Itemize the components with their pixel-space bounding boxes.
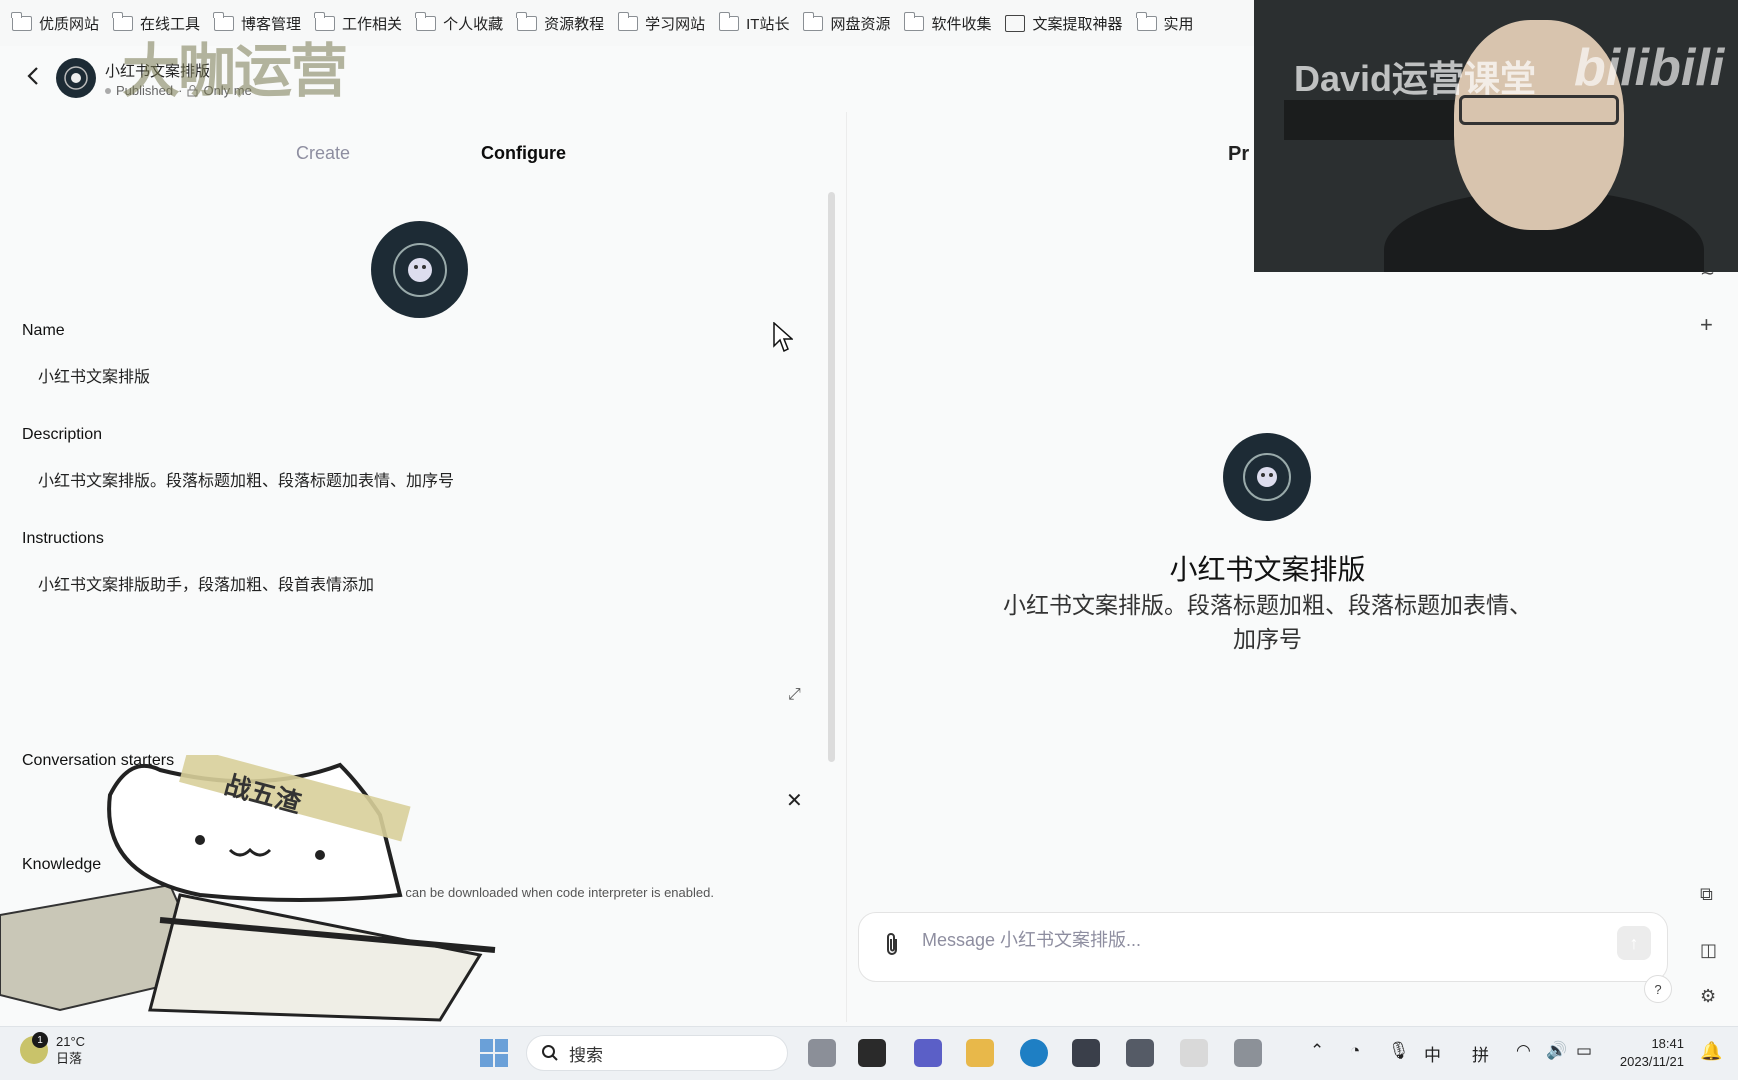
wifi-icon[interactable]: ◠: [1516, 1041, 1531, 1061]
preview-avatar: [1223, 433, 1311, 521]
taskbar-search[interactable]: 搜索: [526, 1035, 788, 1071]
microphone-icon[interactable]: 🎙: [1388, 1041, 1410, 1061]
name-label: Name: [22, 322, 65, 339]
description-field[interactable]: 小红书文案排版。段落标题加粗、段落标题加表情、加序号: [38, 467, 454, 491]
ime-language[interactable]: 中: [1424, 1041, 1441, 1066]
bookmark-item[interactable]: 学习网站: [617, 11, 706, 34]
store-icon[interactable]: [1072, 1039, 1100, 1067]
taskbar-app-window-icon[interactable]: [858, 1039, 886, 1067]
button-logo-icon: [1243, 453, 1291, 501]
weather-widget[interactable]: 1 21°C 日落: [20, 1032, 86, 1067]
webcam-overlay: David运营课堂 bilibili: [1254, 0, 1738, 272]
system-clock[interactable]: 18:41 2023/11/21: [1612, 1035, 1684, 1071]
webcam-background: [1284, 100, 1464, 140]
tab-create[interactable]: Create: [296, 143, 350, 164]
bookmark-label: 实用: [1163, 15, 1194, 33]
bookmark-item[interactable]: IT站长: [718, 11, 790, 34]
phone-link-icon[interactable]: [1234, 1039, 1262, 1067]
instructions-label: Instructions: [22, 530, 104, 547]
mouse-cursor-icon: [773, 322, 793, 353]
folder-icon: [903, 11, 925, 31]
taskbar: 1 21°C 日落 搜索 ⌃ ◔ 🎙 中 拼 ◠ 🔊 ▭ 18:41 2023/…: [0, 1026, 1738, 1080]
clock-time: 18:41: [1651, 1036, 1684, 1051]
watermark-logo: 大咖运营: [122, 37, 348, 105]
folder-icon: [718, 11, 740, 31]
bookmark-item[interactable]: 文案提取神器: [1005, 13, 1123, 34]
search-placeholder: 搜索: [569, 1045, 603, 1065]
tray-app-icon[interactable]: ◔: [1350, 1041, 1360, 1061]
weather-icon: 1: [20, 1032, 48, 1064]
bookmark-item[interactable]: 网盘资源: [802, 11, 891, 34]
cat-sticker-image: 战五渣: [0, 755, 496, 1022]
bookmark-label: 软件收集: [931, 15, 992, 33]
folder-icon: [516, 11, 538, 31]
settings-gear-icon[interactable]: ⚙: [1700, 986, 1716, 1007]
bookmark-label: 网盘资源: [830, 15, 891, 33]
bookmark-label: 学习网站: [645, 15, 706, 33]
status-dot-icon: [105, 87, 111, 94]
bookmark-item[interactable]: 优质网站: [11, 11, 100, 34]
bookmark-label: 资源教程: [544, 15, 605, 33]
bookmark-item[interactable]: 个人收藏: [415, 11, 504, 34]
bilibili-logo: bilibili: [1574, 39, 1725, 97]
description-label: Description: [22, 426, 103, 443]
capture-icon[interactable]: ⧉: [1700, 884, 1713, 905]
tray-overflow-chevron-icon[interactable]: ⌃: [1310, 1041, 1324, 1061]
search-icon: [542, 1045, 558, 1061]
tab-configure[interactable]: Configure: [481, 143, 566, 164]
new-chat-plus-icon[interactable]: +: [1700, 312, 1713, 338]
weather-desc: 日落: [56, 1051, 83, 1066]
ime-mode[interactable]: 拼: [1472, 1041, 1489, 1066]
button-logo-icon: [392, 242, 447, 297]
folder-icon: [1135, 11, 1157, 31]
preview-label: Pr: [1228, 143, 1250, 165]
folder-icon: [415, 11, 437, 31]
instructions-field[interactable]: 小红书文案排版助手，段落加粗、段首表情添加: [38, 571, 374, 595]
taskbar-app-pre-icon[interactable]: [808, 1039, 836, 1067]
battery-icon[interactable]: ▭: [1576, 1041, 1592, 1061]
teams-icon[interactable]: [914, 1039, 942, 1067]
folder-icon: [802, 11, 824, 31]
button-logo-icon: [64, 66, 88, 90]
back-arrow-icon[interactable]: [22, 64, 46, 88]
file-explorer-icon[interactable]: [966, 1039, 994, 1067]
gpt-avatar-upload[interactable]: [371, 221, 468, 318]
clock-date: 2023/11/21: [1619, 1054, 1684, 1069]
taskbar-app-icon[interactable]: [1180, 1039, 1208, 1067]
send-button[interactable]: ↑: [1617, 926, 1651, 960]
folder-icon: [11, 11, 32, 31]
bookmark-label: 工作相关: [342, 15, 403, 33]
webcam-overlay-text: David运营课堂: [1294, 58, 1537, 99]
panel-divider: [846, 112, 847, 1022]
start-button-windows-icon[interactable]: [480, 1039, 508, 1067]
notepad-icon[interactable]: [1126, 1039, 1154, 1067]
weather-temp: 21°C: [56, 1034, 86, 1049]
bookmark-item[interactable]: 软件收集: [903, 11, 992, 34]
folder-icon: [617, 11, 639, 31]
weather-badge: 1: [32, 1032, 48, 1048]
bookmark-label: 优质网站: [39, 15, 100, 33]
name-field[interactable]: 小红书文案排版: [38, 363, 150, 387]
bookmark-label: IT站长: [746, 15, 790, 33]
app-icon: [1005, 14, 1026, 32]
gpt-avatar: [56, 58, 96, 98]
edge-browser-icon[interactable]: [1020, 1039, 1048, 1067]
bookmark-label: 文案提取神器: [1032, 15, 1123, 33]
bookmark-item[interactable]: 资源教程: [516, 11, 605, 34]
attach-paperclip-icon[interactable]: [880, 931, 904, 959]
bookmark-label: 个人收藏: [443, 15, 504, 33]
expand-icon[interactable]: ⤢: [788, 686, 801, 704]
bookmark-item[interactable]: 实用: [1135, 11, 1194, 34]
preview-title: 小红书文案排版: [1169, 554, 1366, 585]
notification-bell-icon[interactable]: 🔔: [1700, 1041, 1722, 1062]
config-scrollbar[interactable]: [828, 192, 835, 762]
sidebar-toggle-icon[interactable]: ◫: [1700, 940, 1717, 961]
help-button[interactable]: ?: [1644, 975, 1672, 1003]
volume-icon[interactable]: 🔊: [1546, 1041, 1567, 1061]
remove-starter-close-icon[interactable]: ✕: [786, 788, 803, 813]
message-input[interactable]: [922, 930, 1602, 951]
preview-description: 小红书文案排版。段落标题加粗、段落标题加表情、加序号: [1003, 592, 1532, 652]
